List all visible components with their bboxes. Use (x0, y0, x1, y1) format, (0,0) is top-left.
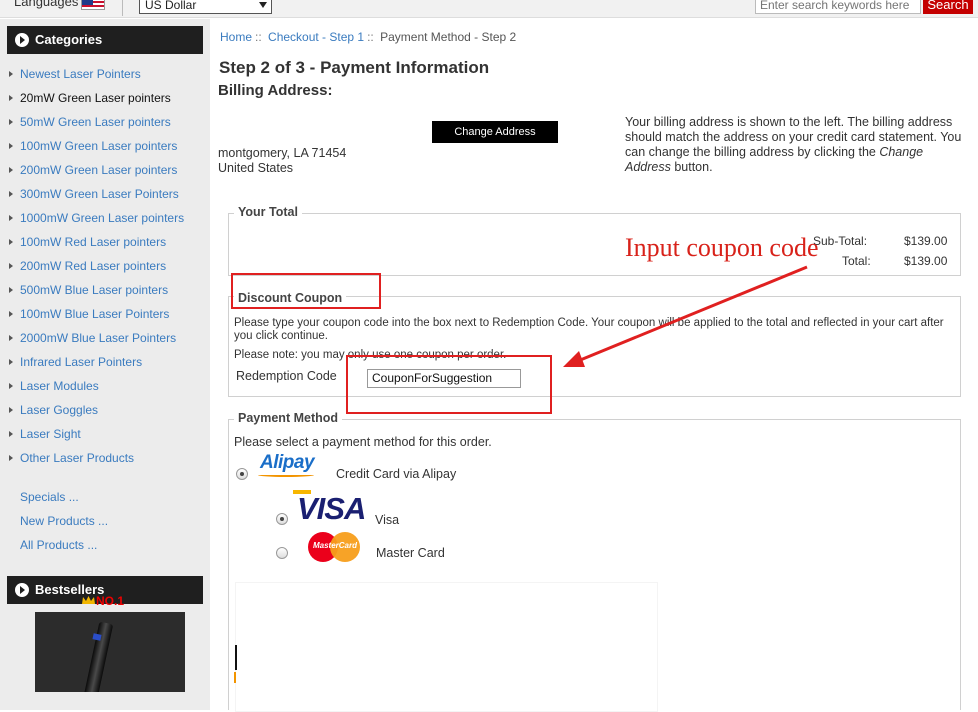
mastercard-radio[interactable] (276, 547, 288, 559)
all-products-link[interactable]: All Products ... (20, 533, 108, 557)
mastercard-label: Master Card (376, 546, 445, 560)
category-link[interactable]: 100mW Green Laser pointers (7, 134, 203, 158)
chevron-down-icon (259, 2, 267, 8)
breadcrumb-separator: :: (367, 30, 374, 44)
annotation-box-legend (231, 273, 381, 309)
text-cursor (235, 645, 237, 670)
category-link[interactable]: 500mW Blue Laser pointers (7, 278, 203, 302)
category-link[interactable]: Laser Goggles (7, 398, 203, 422)
card-form-redacted (235, 582, 658, 712)
your-total-legend: Your Total (234, 205, 302, 219)
page-title: Step 2 of 3 - Payment Information (219, 58, 490, 77)
mastercard-logo: MasterCard (308, 532, 360, 562)
category-list: Newest Laser Pointers 20mW Green Laser p… (7, 62, 203, 470)
currency-value: US Dollar (145, 0, 197, 12)
bestseller-product-image[interactable] (35, 612, 185, 692)
search-input[interactable] (755, 0, 921, 14)
category-link[interactable]: Newest Laser Pointers (7, 62, 203, 86)
billing-note: Your billing address is shown to the lef… (625, 115, 970, 175)
breadcrumb-checkout-link[interactable]: Checkout - Step 1 (268, 30, 364, 44)
payment-method-legend: Payment Method (234, 411, 343, 425)
annotation-arrow-icon (563, 265, 808, 367)
visa-logo: VISA (293, 490, 375, 526)
languages-label: Languages (14, 0, 79, 9)
us-flag-icon[interactable] (81, 0, 105, 10)
category-link[interactable]: Infrared Laser Pointers (7, 350, 203, 374)
change-address-button[interactable]: Change Address (432, 121, 558, 143)
divider (122, 0, 123, 16)
alipay-logo-text: Alipay (260, 452, 315, 473)
visa-logo-text: VISA (297, 491, 366, 526)
annotation-box-input (346, 355, 552, 414)
category-link[interactable]: 100mW Blue Laser Pointers (7, 302, 203, 326)
redemption-code-label: Redemption Code (236, 369, 337, 383)
visa-label: Visa (375, 513, 400, 527)
search-button[interactable]: Search (923, 0, 973, 14)
category-link[interactable]: 50mW Green Laser pointers (7, 110, 203, 134)
category-link[interactable]: 20mW Green Laser pointers (7, 86, 203, 110)
subtotal-value: $139.00 (904, 234, 948, 248)
category-link[interactable]: 200mW Green Laser pointers (7, 158, 203, 182)
arrow-circle-icon (15, 33, 29, 47)
visa-radio[interactable] (276, 513, 288, 525)
breadcrumb-current: Payment Method - Step 2 (380, 30, 517, 44)
category-link[interactable]: 300mW Green Laser Pointers (7, 182, 203, 206)
orange-marker (234, 672, 236, 683)
breadcrumb-separator: :: (255, 30, 262, 44)
categories-title: Categories (35, 32, 103, 47)
arrow-circle-icon (15, 583, 29, 597)
breadcrumb: Home:: Checkout - Step 1:: Payment Metho… (220, 30, 516, 44)
main-content: Home:: Checkout - Step 1:: Payment Metho… (210, 19, 978, 712)
bestsellers-title: Bestsellers (35, 582, 105, 597)
crown-icon (82, 596, 95, 604)
breadcrumb-home-link[interactable]: Home (220, 30, 252, 44)
alipay-radio[interactable] (236, 468, 248, 480)
mastercard-logo-text: MasterCard (312, 541, 357, 550)
category-link[interactable]: Laser Modules (7, 374, 203, 398)
category-link[interactable]: 100mW Red Laser pointers (7, 230, 203, 254)
bestseller-rank: NO.1 (96, 594, 125, 608)
categories-header: Categories (7, 26, 203, 54)
billing-note-text: button. (670, 160, 713, 174)
annotation-text: Input coupon code (625, 233, 819, 262)
laser-pointer-image (80, 621, 114, 692)
category-link[interactable]: 2000mW Blue Laser Pointers (7, 326, 203, 350)
total-value: $139.00 (904, 254, 948, 268)
alipay-logo: Alipay (258, 452, 315, 477)
specials-link[interactable]: Specials ... (20, 485, 108, 509)
address-line: United States (218, 161, 294, 175)
payment-intro: Please select a payment method for this … (234, 435, 492, 449)
billing-address-title: Billing Address: (218, 82, 333, 99)
category-link[interactable]: 1000mW Green Laser pointers (7, 206, 203, 230)
subtotal-label: Sub-Total: (813, 234, 868, 248)
category-link[interactable]: Other Laser Products (7, 446, 203, 470)
address-line: montgomery, LA 71454 (218, 146, 347, 160)
category-link[interactable]: Laser Sight (7, 422, 203, 446)
top-bar: Languages US Dollar Search (0, 0, 978, 18)
alipay-label: Credit Card via Alipay (336, 467, 457, 481)
alipay-swoosh (258, 473, 314, 477)
new-products-link[interactable]: New Products ... (20, 509, 108, 533)
extra-links: Specials ... New Products ... All Produc… (20, 485, 108, 557)
category-link[interactable]: 200mW Red Laser pointers (7, 254, 203, 278)
billing-address: montgomery, LA 71454 United States (218, 146, 346, 176)
currency-select[interactable]: US Dollar (139, 0, 272, 14)
address-redacted (222, 106, 370, 142)
laser-tip (92, 633, 102, 641)
